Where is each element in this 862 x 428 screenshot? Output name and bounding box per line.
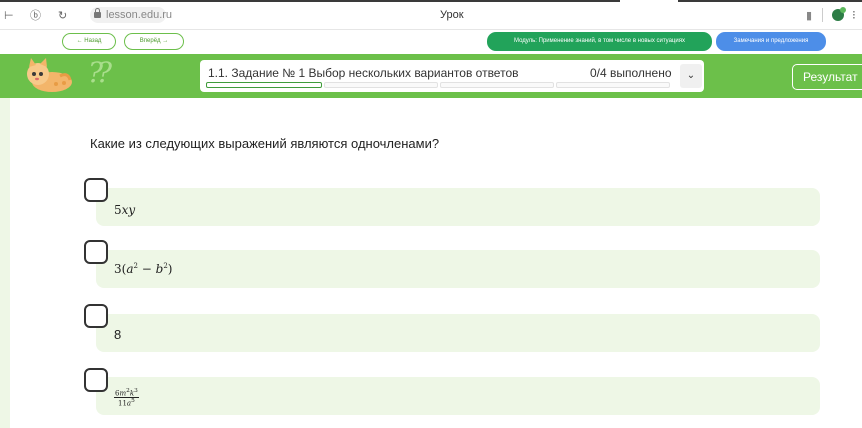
- option-expression: 3(a2 − b2): [114, 262, 173, 276]
- progress-segment: [206, 82, 322, 88]
- back-button[interactable]: ← Назад: [62, 33, 116, 50]
- question-text: Какие из следующих выражений являются од…: [90, 136, 440, 151]
- chevron-down-icon[interactable]: ⌄: [680, 64, 702, 88]
- window-top-border-gap: [620, 0, 678, 2]
- answer-checkbox[interactable]: [84, 240, 108, 264]
- forward-button[interactable]: Вперёд →: [124, 33, 184, 50]
- remarks-button[interactable]: Замечания и предложения: [716, 32, 826, 51]
- bookmark-icon[interactable]: ▮: [806, 9, 812, 22]
- window-top-border: [0, 0, 862, 2]
- module-button[interactable]: Модуль: Применение знаний, в том числе в…: [487, 32, 712, 51]
- progress-segment: [556, 82, 670, 88]
- lesson-toolbar: ← Назад Вперёд → Модуль: Применение знан…: [0, 30, 862, 54]
- task-title: 1.1. Задание № 1 Выбор нескольких вариан…: [208, 66, 519, 80]
- option-expression: 5xy: [114, 203, 136, 217]
- page-title: Урок: [440, 9, 464, 21]
- answer-checkbox[interactable]: [84, 304, 108, 328]
- menu-icon[interactable]: ⁝: [852, 8, 856, 22]
- question-marks-icon: ??: [88, 56, 112, 89]
- progress-segments: [206, 82, 676, 88]
- answer-checkbox[interactable]: [84, 368, 108, 392]
- results-button[interactable]: Результат: [792, 64, 862, 90]
- option-expression: 8: [114, 327, 122, 342]
- browser-toolbar: ⊢ ⓑ ↻ lesson.edu.ru Урок ▮ ⁝: [0, 0, 862, 30]
- option-expression: 6m2k3 11a5: [114, 388, 139, 408]
- task-progress: 0/4 выполнено: [590, 66, 672, 80]
- lock-icon: [94, 8, 101, 18]
- answer-option[interactable]: [96, 377, 820, 415]
- url-text[interactable]: lesson.edu.ru: [106, 9, 172, 21]
- progress-segment: [440, 82, 554, 88]
- answer-option[interactable]: [96, 250, 820, 288]
- extension-icon[interactable]: [832, 7, 846, 21]
- answer-option[interactable]: [96, 314, 820, 352]
- back-arrow-icon[interactable]: ⊢: [4, 10, 14, 22]
- toolbar-divider: [822, 8, 823, 22]
- answer-checkbox[interactable]: [84, 178, 108, 202]
- yandex-icon[interactable]: ⓑ: [30, 10, 41, 22]
- reload-icon[interactable]: ↻: [58, 10, 67, 22]
- cat-mascot-icon: [27, 58, 72, 92]
- progress-segment: [324, 82, 438, 88]
- left-stripe: [0, 98, 10, 428]
- answer-option[interactable]: [96, 188, 820, 226]
